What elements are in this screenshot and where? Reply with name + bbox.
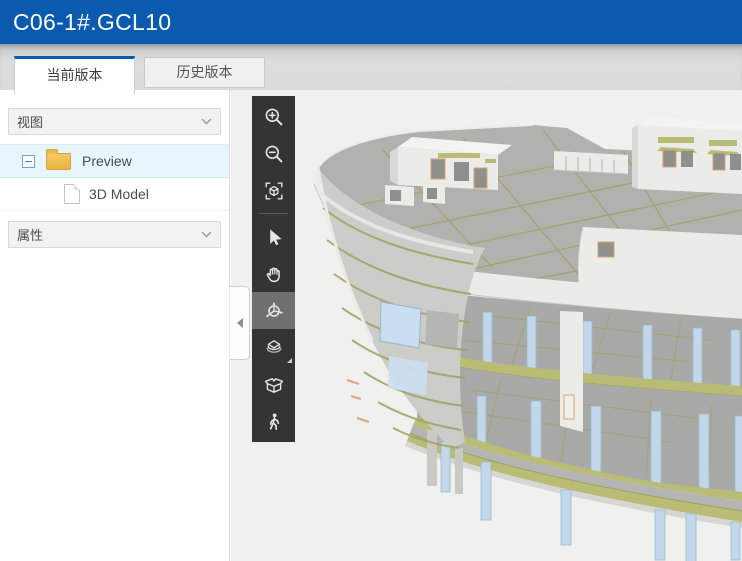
- pan-button[interactable]: [252, 255, 295, 292]
- walkthrough-button[interactable]: [252, 403, 295, 440]
- tab-current-version[interactable]: 当前版本: [14, 56, 135, 94]
- view-style-icon: [263, 337, 285, 359]
- panel-properties-label: 属性: [17, 225, 43, 244]
- section-box-icon: [263, 374, 285, 396]
- folder-icon: [46, 153, 71, 170]
- viewer-3d[interactable]: [231, 90, 742, 561]
- model-tree: Preview 3D Model: [0, 144, 229, 211]
- dropdown-corner-icon: [287, 358, 292, 363]
- pan-hand-icon: [263, 263, 285, 285]
- zoom-out-button[interactable]: [252, 135, 295, 172]
- collapse-expander-icon[interactable]: [22, 155, 35, 168]
- tree-item-3d-model[interactable]: 3D Model: [0, 178, 229, 211]
- viewer-toolbar: [252, 96, 295, 442]
- zoom-in-button[interactable]: [252, 98, 295, 135]
- toolbar-separator: [259, 213, 288, 214]
- chevron-down-icon: [201, 231, 212, 238]
- select-button[interactable]: [252, 218, 295, 255]
- tree-item-label: Preview: [82, 153, 132, 169]
- collapse-arrow-icon: [237, 318, 243, 328]
- titlebar: C06-1#.GCL10: [0, 0, 742, 44]
- panel-properties-header[interactable]: 属性: [8, 221, 221, 248]
- tree-item-label: 3D Model: [89, 186, 149, 202]
- page-title: C06-1#.GCL10: [13, 9, 171, 36]
- sidebar: 视图 Preview 3D Model 属性: [0, 90, 230, 561]
- chevron-down-icon: [201, 118, 212, 125]
- app-window: C06-1#.GCL10 当前版本 历史版本 视图 Preview 3D Mod…: [0, 0, 742, 561]
- zoom-fit-icon: [263, 180, 285, 202]
- file-icon: [64, 184, 80, 204]
- panel-view-label: 视图: [17, 112, 43, 131]
- section-box-button[interactable]: [252, 366, 295, 403]
- select-arrow-icon: [263, 226, 285, 248]
- building-model: [231, 90, 742, 561]
- walk-person-icon: [263, 411, 285, 433]
- orbit-icon: [263, 300, 285, 322]
- orbit-button[interactable]: [252, 292, 295, 329]
- sidebar-collapse-handle[interactable]: [229, 286, 250, 360]
- tab-bar: 当前版本 历史版本: [0, 44, 742, 91]
- view-style-button[interactable]: [252, 329, 295, 366]
- zoom-in-icon: [263, 106, 285, 128]
- tab-history-version[interactable]: 历史版本: [144, 57, 265, 88]
- zoom-out-icon: [263, 143, 285, 165]
- zoom-fit-button[interactable]: [252, 172, 295, 209]
- tree-item-preview[interactable]: Preview: [0, 144, 229, 178]
- panel-view-header[interactable]: 视图: [8, 108, 221, 135]
